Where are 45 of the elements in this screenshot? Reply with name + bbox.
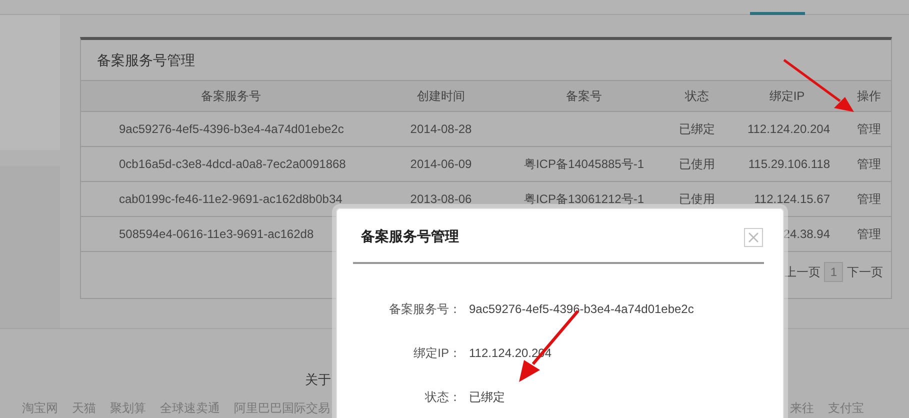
manage-link[interactable]: 管理 xyxy=(857,157,881,171)
footer-heading: 关于 xyxy=(304,371,332,389)
column-header: 备案号 xyxy=(501,81,667,112)
table-cell: 0cb16a5d-c3e8-4dcd-a0a8-7ec2a0091868 xyxy=(119,157,346,171)
manage-link[interactable]: 管理 xyxy=(857,227,881,241)
tab-indicator xyxy=(750,12,805,15)
footer-link[interactable]: 支付宝 xyxy=(828,401,864,415)
footer-link[interactable]: 阿里巴巴国际交易 xyxy=(234,401,330,415)
footer-link[interactable]: 天猫 xyxy=(72,401,96,415)
table-cell: 2014-06-09 xyxy=(410,157,472,171)
field-value: 已绑定 xyxy=(469,389,506,406)
table-cell: 112.124.15.67 xyxy=(754,192,830,206)
table-cell: 粤ICP备13061212号-1 xyxy=(524,192,644,206)
table-cell: 508594e4-0616-11e3-9691-ac162d8 xyxy=(119,227,314,241)
table-cell: 24.38.94 xyxy=(783,227,830,241)
manage-link[interactable]: 管理 xyxy=(857,122,881,136)
close-icon[interactable] xyxy=(744,228,763,246)
footer-link[interactable]: 淘宝网 xyxy=(22,401,58,415)
column-header: 备案服务号 xyxy=(81,81,381,112)
manage-link[interactable]: 管理 xyxy=(857,192,881,206)
table-cell: cab0199c-fe46-11e2-9691-ac162d8b0b34 xyxy=(119,192,342,206)
table-cell: 115.29.106.118 xyxy=(748,157,830,171)
footer-link[interactable]: 来往 xyxy=(790,401,814,415)
table-cell: 粤ICP备14045885号-1 xyxy=(524,157,644,171)
footer-link[interactable]: 全球速卖通 xyxy=(160,401,220,415)
table-cell: 已绑定 xyxy=(679,122,715,136)
table-cell: 2014-08-28 xyxy=(410,122,472,136)
table-cell: 已使用 xyxy=(679,157,715,171)
field-label: 绑定IP： xyxy=(412,345,462,362)
column-header: 状态 xyxy=(667,81,727,112)
column-header: 创建时间 xyxy=(381,81,501,112)
field-label: 状态： xyxy=(424,389,462,406)
prev-page-link[interactable]: 上一页 xyxy=(784,264,820,280)
table-cell: 2013-08-06 xyxy=(410,192,472,206)
page-number[interactable]: 1 xyxy=(824,262,843,282)
table-cell: 112.124.20.204 xyxy=(747,122,830,136)
table-cell: 已使用 xyxy=(679,192,715,206)
table-cell: 9ac59276-4ef5-4396-b3e4-4a74d01ebe2c xyxy=(119,122,344,136)
column-header: 操作 xyxy=(847,81,891,112)
field-value: 9ac59276-4ef5-4396-b3e4-4a74d01ebe2c xyxy=(469,301,695,318)
dialog-title: 备案服务号管理 xyxy=(361,228,459,246)
next-page-link[interactable]: 下一页 xyxy=(847,264,883,280)
footer-link[interactable]: 聚划算 xyxy=(110,401,146,415)
field-label: 备案服务号： xyxy=(388,301,462,318)
column-header: 绑定IP xyxy=(727,81,847,112)
